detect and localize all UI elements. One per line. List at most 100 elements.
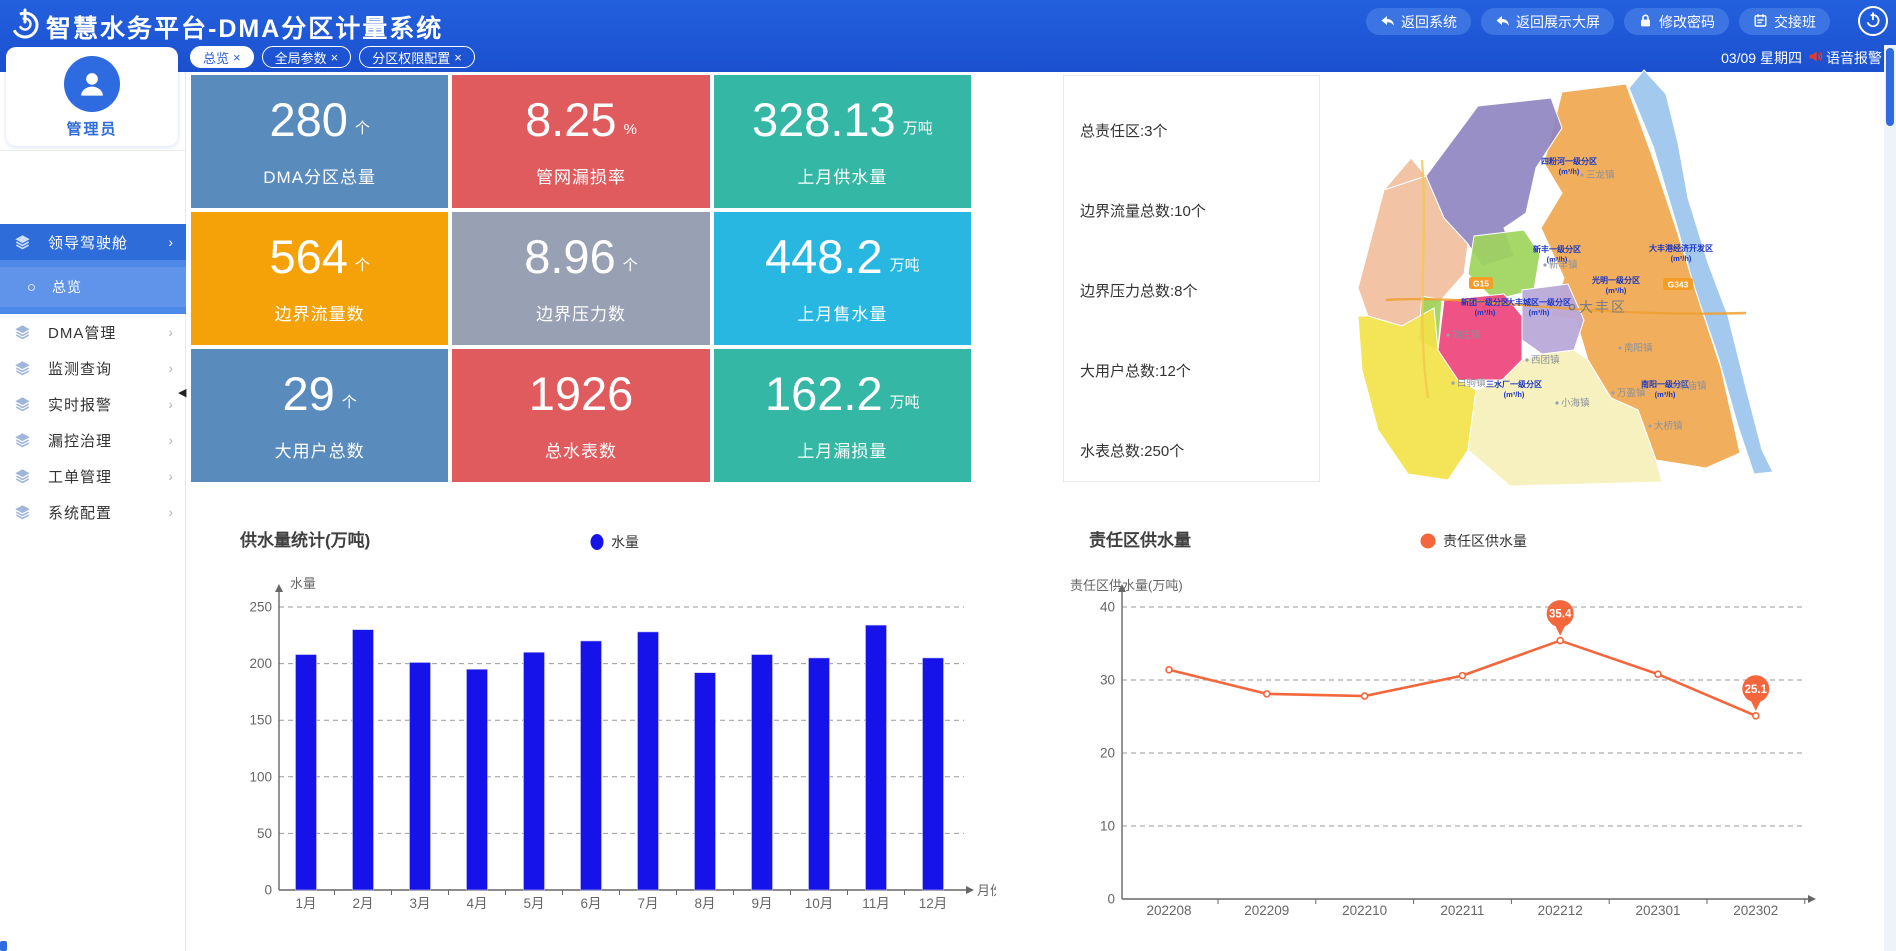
svg-text:35.4: 35.4 <box>1549 609 1572 621</box>
map-region-label: 大丰港经济开发区 <box>1649 243 1713 253</box>
district-line-chart: 责任区供水量责任区供水量责任区供水量(万吨)010203040202208202… <box>1060 516 1896 926</box>
summary-item: 大用户总数:12个 <box>1080 360 1191 381</box>
sidebar-item-实时报警[interactable]: 实时报警› <box>0 386 186 422</box>
bar-11月 <box>866 625 887 890</box>
chart-title: 责任区供水量 <box>1089 530 1191 550</box>
layers-icon <box>14 468 31 485</box>
svg-text:202212: 202212 <box>1538 903 1583 916</box>
logo-icon <box>8 7 42 41</box>
bar-12月 <box>923 658 944 890</box>
header-button-label: 返回系统 <box>1401 12 1457 32</box>
chevron-right-icon: › <box>168 324 174 340</box>
sidebar-item-漏控治理[interactable]: 漏控治理› <box>0 422 186 458</box>
layers-icon <box>14 234 31 251</box>
power-button[interactable] <box>1858 6 1888 36</box>
stat-card-总水表数: 1926 总水表数 <box>452 349 709 482</box>
summary-item: 边界压力总数:8个 <box>1080 280 1198 301</box>
bar-5月 <box>524 652 545 890</box>
header-button-1[interactable]: 返回展示大屏 <box>1481 8 1614 35</box>
tab-全局参数[interactable]: 全局参数× <box>262 46 352 68</box>
header-button-label: 交接班 <box>1774 12 1816 32</box>
map-town-label: 新丰镇 <box>1549 259 1578 271</box>
user-card: 管理员 <box>6 47 178 146</box>
sidebar-item-label: 漏控治理 <box>48 430 168 451</box>
submenu-item-label: 总览 <box>52 277 82 297</box>
stat-label: 边界流量数 <box>275 300 365 325</box>
stat-card-大用户总数: 29个大用户总数 <box>191 349 448 482</box>
header-button-0[interactable]: 返回系统 <box>1366 8 1471 35</box>
svg-text:6月: 6月 <box>580 896 601 911</box>
svg-text:0: 0 <box>1107 892 1115 907</box>
district-map[interactable]: G15G343四粉河一级分区(m³/h)新丰一级分区(m³/h)光明一级分区(m… <box>1326 58 1892 488</box>
chevron-right-icon: › <box>168 234 174 250</box>
sidebar-item-系统配置[interactable]: 系统配置› <box>0 494 186 530</box>
svg-text:(m³/h): (m³/h) <box>1655 390 1676 399</box>
bullet-icon <box>28 284 35 291</box>
tab-总览[interactable]: 总览× <box>190 46 254 68</box>
map-region-label: 新丰一级分区 <box>1533 244 1581 254</box>
stat-value: 29 <box>283 370 335 417</box>
stat-card-上月售水量: 448.2万吨上月售水量 <box>714 212 971 345</box>
map-town-label: 小海镇 <box>1561 397 1590 409</box>
stat-unit: 个 <box>355 254 370 275</box>
svg-text:(m³/h): (m³/h) <box>1559 167 1580 176</box>
y-axis-title: 水量 <box>290 576 316 591</box>
svg-text:9月: 9月 <box>751 896 772 911</box>
sidebar-collapse-icon[interactable]: ◀ <box>178 384 188 400</box>
stat-label: 上月漏损量 <box>797 437 887 462</box>
road-label: G343 <box>1668 280 1689 290</box>
svg-text:2月: 2月 <box>352 896 373 911</box>
tab-close-icon[interactable]: × <box>233 50 241 65</box>
map-town-label: 白驹镇 <box>1457 377 1486 389</box>
map-region-label: 三水厂一级分区 <box>1486 379 1542 389</box>
svg-text:202211: 202211 <box>1440 903 1484 916</box>
submenu-item-总览[interactable]: 总览 <box>0 267 186 307</box>
data-point-202302 <box>1753 713 1759 719</box>
summary-item: 总责任区:3个 <box>1080 120 1168 141</box>
stat-label: 大用户总数 <box>275 437 365 462</box>
tab-close-icon[interactable]: × <box>454 50 462 65</box>
data-point-202212 <box>1557 638 1563 644</box>
reply-arrow-icon <box>1495 13 1510 31</box>
y-axis-title: 责任区供水量(万吨) <box>1070 578 1183 593</box>
stat-label: 管网漏损率 <box>536 163 626 188</box>
scrollbar-thumb[interactable] <box>1886 48 1894 126</box>
svg-text:(m³/h): (m³/h) <box>1606 286 1627 295</box>
power-icon <box>1865 12 1881 31</box>
data-point-202208 <box>1166 667 1172 673</box>
svg-text:(m³/h): (m³/h) <box>1504 390 1525 399</box>
stat-value: 564 <box>269 233 347 280</box>
stat-label: DMA分区总量 <box>263 163 376 188</box>
sidebar-item-label: 监测查询 <box>48 358 168 379</box>
header-button-2[interactable]: 修改密码 <box>1624 8 1729 35</box>
tab-close-icon[interactable]: × <box>331 50 339 65</box>
sidebar-item-工单管理[interactable]: 工单管理› <box>0 458 186 494</box>
map-region-label: 新团一级分区 <box>1461 297 1509 307</box>
svg-text:(m³/h): (m³/h) <box>1671 254 1692 263</box>
sidebar-item-label: 领导驾驶舱 <box>48 232 168 253</box>
sidebar-item-领导驾驶舱[interactable]: 领导驾驶舱› <box>0 224 186 260</box>
stat-card-DMA分区总量: 280个DMA分区总量 <box>191 75 448 208</box>
svg-text:1月: 1月 <box>295 896 316 911</box>
sidebar: 领导驾驶舱›总览DMA管理›监测查询›实时报警›漏控治理›工单管理›系统配置› <box>0 72 186 951</box>
svg-text:0: 0 <box>264 883 272 898</box>
sidebar-menu: 领导驾驶舱›总览DMA管理›监测查询›实时报警›漏控治理›工单管理›系统配置› <box>0 224 186 530</box>
stat-value: 1926 <box>529 370 634 417</box>
header-button-3[interactable]: 交接班 <box>1739 8 1830 35</box>
map-region-label: 光明一级分区 <box>1591 275 1640 285</box>
stat-card-边界压力数: 8.96个边界压力数 <box>452 212 709 345</box>
layers-icon <box>14 432 31 449</box>
svg-text:5月: 5月 <box>523 896 544 911</box>
sidebar-item-监测查询[interactable]: 监测查询› <box>0 350 186 386</box>
sidebar-item-DMA管理[interactable]: DMA管理› <box>0 314 186 350</box>
stat-label: 总水表数 <box>545 437 617 462</box>
stat-value: 328.13 <box>752 96 896 143</box>
x-axis-title: 月份 <box>977 883 996 898</box>
svg-text:40: 40 <box>1100 600 1115 615</box>
svg-text:10月: 10月 <box>805 896 834 911</box>
scrollbar-track[interactable] <box>1884 45 1896 951</box>
stat-unit: % <box>624 121 637 138</box>
stat-unit: 个 <box>623 254 638 275</box>
tab-分区权限配置[interactable]: 分区权限配置× <box>359 46 475 68</box>
data-point-202210 <box>1362 693 1368 699</box>
